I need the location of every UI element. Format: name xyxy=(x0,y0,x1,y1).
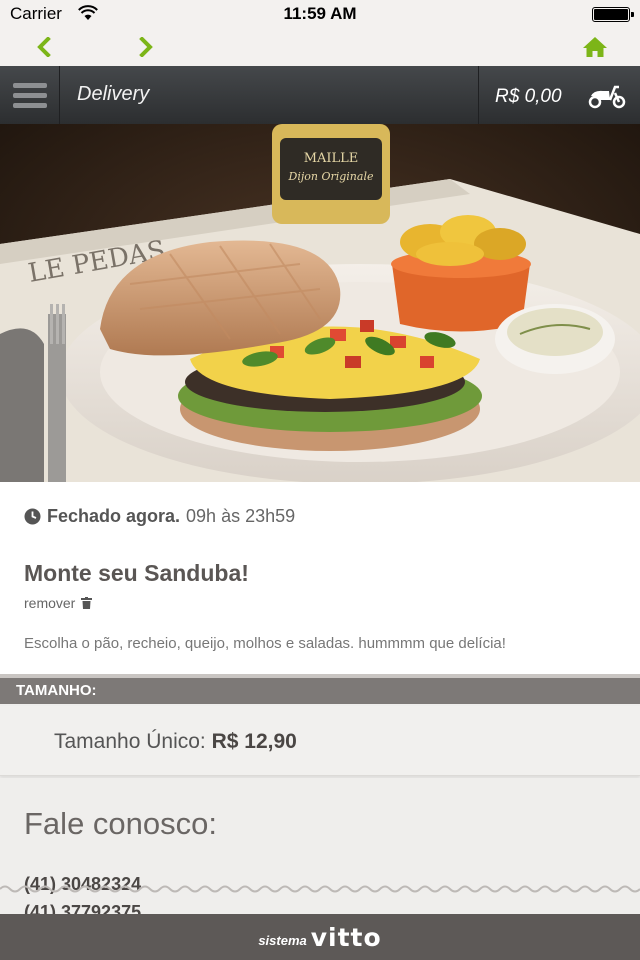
trash-icon xyxy=(81,597,93,609)
product-title: Monte seu Sanduba! xyxy=(24,560,249,586)
size-option[interactable]: Tamanho Único: R$ 12,90 xyxy=(0,706,640,776)
clock-time: 11:59 AM xyxy=(283,4,357,23)
forward-button[interactable] xyxy=(132,33,160,61)
scooter-icon xyxy=(588,85,626,109)
home-icon xyxy=(583,37,607,57)
page-title: Delivery xyxy=(77,83,150,105)
opening-hours: Fechado agora. 09h às 23h59 xyxy=(24,506,295,527)
footer: sistema vitto xyxy=(0,914,640,960)
browser-nav-bar xyxy=(0,28,640,66)
cart-total: R$ 0,00 xyxy=(495,86,562,107)
menu-line xyxy=(12,102,47,108)
hours-status: Fechado agora. xyxy=(47,506,181,526)
chevron-right-icon xyxy=(139,37,153,57)
status-bar: Carrier 11:59 AM xyxy=(0,0,640,28)
size-option-price: R$ 12,90 xyxy=(211,730,297,753)
product-description: Escolha o pão, recheio, queijo, molhos e… xyxy=(24,635,506,652)
cart-button[interactable]: R$ 0,00 xyxy=(478,66,640,124)
home-button[interactable] xyxy=(581,33,609,61)
svg-text:MAILLE: MAILLE xyxy=(304,151,359,166)
menu-line xyxy=(12,92,47,98)
contact-title: Fale conosco: xyxy=(24,806,217,841)
remove-button[interactable]: remover xyxy=(24,595,93,611)
chevron-left-icon xyxy=(37,37,51,57)
product-info: Fechado agora. 09h às 23h59 Monte seu Sa… xyxy=(0,482,640,674)
size-section-header: TAMANHO: xyxy=(0,678,640,704)
app-header: Delivery R$ 0,00 xyxy=(0,66,640,124)
vitto-logo: vitto xyxy=(310,922,382,952)
contact-section: Fale conosco: (41) 30482324 (41) 3779237… xyxy=(0,778,640,918)
remove-label: remover xyxy=(24,595,76,611)
size-option-label: Tamanho Único: xyxy=(54,730,206,753)
back-button[interactable] xyxy=(30,33,58,61)
svg-text:Dijon Originale: Dijon Originale xyxy=(288,170,374,183)
wavy-divider xyxy=(0,885,640,893)
menu-line xyxy=(12,82,47,88)
hamburger-menu-button[interactable] xyxy=(0,66,60,124)
hours-range: 09h às 23h59 xyxy=(186,506,296,526)
footer-prefix: sistema xyxy=(258,932,307,948)
clock-icon xyxy=(24,508,41,525)
battery-icon xyxy=(592,7,634,22)
sandwich-photo: LE PEDAS MAILLE Dijon Originale xyxy=(0,124,640,482)
product-hero-image: LE PEDAS MAILLE Dijon Originale xyxy=(0,124,640,482)
